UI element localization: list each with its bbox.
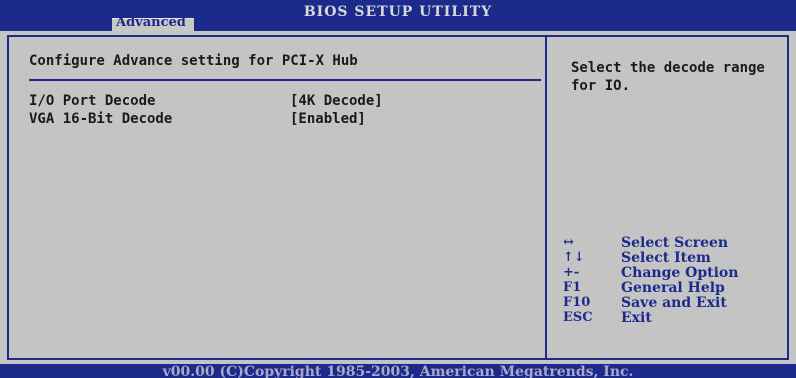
f1-key: F1 xyxy=(563,280,582,295)
key-row-save-exit: F10 Save and Exit xyxy=(563,295,783,311)
key-desc: Select Screen xyxy=(621,235,729,251)
f10-key: F10 xyxy=(563,295,591,310)
footer: v00.00 (C)Copyright 1985-2003, American … xyxy=(0,364,796,378)
left-right-arrow-icon: ↔ xyxy=(563,235,574,250)
settings-panel: Configure Advance setting for PCI-X Hub … xyxy=(9,37,545,358)
key-row-change-option: +- Change Option xyxy=(563,265,783,281)
key-row-exit: ESC Exit xyxy=(563,310,783,326)
key-row-select-screen: ↔ Select Screen xyxy=(563,235,783,251)
key-desc: General Help xyxy=(621,280,725,296)
key-row-general-help: F1 General Help xyxy=(563,280,783,296)
section-title: Configure Advance setting for PCI-X Hub xyxy=(29,53,358,69)
main-area: Configure Advance setting for PCI-X Hub … xyxy=(0,31,796,364)
tab-advanced-label: Advanced xyxy=(116,15,186,30)
setting-value[interactable]: [Enabled] xyxy=(290,111,366,127)
plus-minus-key: +- xyxy=(563,265,580,280)
help-panel: Select the decode range for IO. ↔ Select… xyxy=(547,37,787,358)
key-desc: Save and Exit xyxy=(621,295,727,311)
setting-label: I/O Port Decode xyxy=(29,93,156,109)
setting-label: VGA 16-Bit Decode xyxy=(29,111,173,127)
up-down-arrow-icon: ↑↓ xyxy=(563,250,585,265)
copyright-text: v00.00 (C)Copyright 1985-2003, American … xyxy=(162,364,634,378)
key-row-select-item: ↑↓ Select Item xyxy=(563,250,783,266)
setting-vga-16bit-decode[interactable]: VGA 16-Bit Decode [Enabled] xyxy=(29,111,539,129)
title-bar: BIOS SETUP UTILITY Advanced xyxy=(0,0,796,31)
key-legend: ↔ Select Screen ↑↓ Select Item +- Change… xyxy=(563,235,783,326)
section-divider xyxy=(29,79,541,81)
key-desc: Select Item xyxy=(621,250,711,266)
key-desc: Exit xyxy=(621,310,652,326)
help-text: Select the decode range for IO. xyxy=(571,60,765,94)
tab-advanced[interactable]: Advanced xyxy=(112,15,194,31)
setting-value[interactable]: [4K Decode] xyxy=(290,93,383,109)
key-desc: Change Option xyxy=(621,265,739,281)
setting-io-port-decode[interactable]: I/O Port Decode [4K Decode] xyxy=(29,93,539,111)
esc-key: ESC xyxy=(563,310,593,325)
